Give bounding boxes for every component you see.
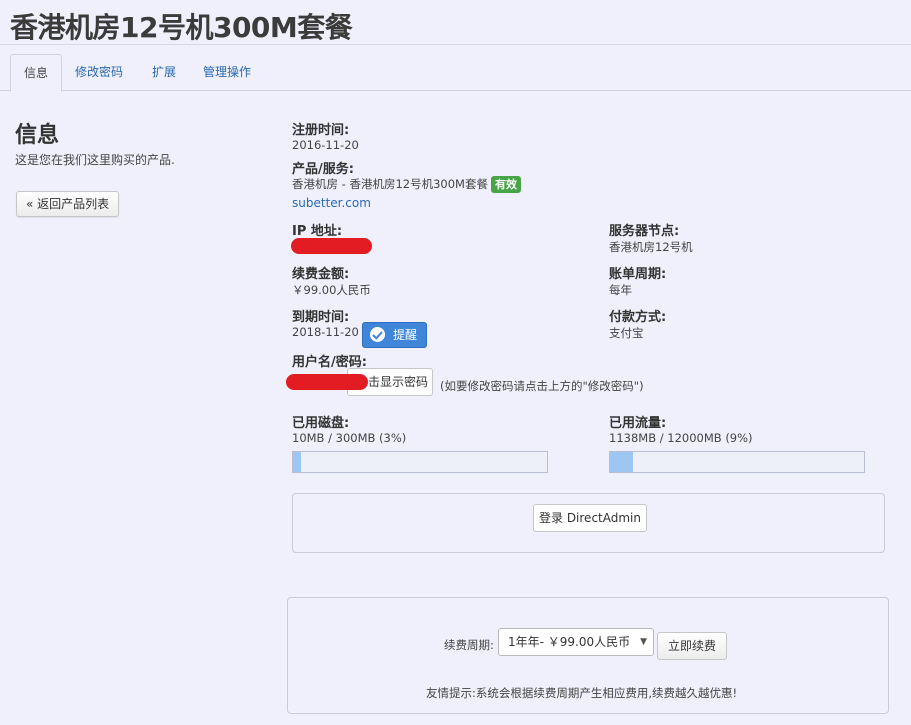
tabs-divider [0, 90, 911, 91]
ip-label: IP 地址: [292, 224, 343, 239]
tab-bar: 信息 修改密码 扩展 管理操作 [10, 54, 911, 92]
tab-management[interactable]: 管理操作 [190, 54, 264, 90]
amount-value: ￥99.00人民币 [292, 283, 371, 297]
status-badge: 有效 [490, 176, 521, 193]
back-to-products-button[interactable]: « 返回产品列表 [16, 191, 120, 217]
due-date-value: 2018-11-20 [292, 325, 359, 339]
remind-button[interactable]: 提醒 [362, 322, 427, 348]
traffic-label: 已用流量: [609, 416, 667, 431]
cycle-value: 每年 [609, 283, 632, 297]
product-value: 香港机房 - 香港机房12号机300M套餐 [292, 177, 488, 191]
username-redaction [286, 374, 368, 390]
login-directadmin-button[interactable]: 登录 DirectAdmin [533, 504, 647, 532]
due-date-label: 到期时间: [292, 310, 350, 325]
check-circle-icon [370, 327, 385, 342]
tab-change-password[interactable]: 修改密码 [62, 54, 136, 90]
node-value: 香港机房12号机 [609, 240, 693, 254]
traffic-usage-fill [610, 452, 633, 472]
disk-usage-fill [293, 452, 301, 472]
section-description: 这是您在我们这里购买的产品. [15, 153, 175, 167]
renew-tip: 友情提示:系统会根据续费周期产生相应费用,续费越久越优惠! [426, 686, 738, 700]
renew-period-select[interactable]: 1年年- ￥99.00人民币 ▼ [498, 628, 654, 656]
chevron-down-icon: ▼ [640, 637, 647, 647]
tab-extensions[interactable]: 扩展 [139, 54, 189, 90]
traffic-usage-bar [609, 451, 865, 473]
remind-label: 提醒 [393, 328, 418, 342]
page-title: 香港机房12号机300M套餐 [10, 11, 353, 44]
product-line: 香港机房 - 香港机房12号机300M套餐 有效 [292, 176, 521, 193]
ip-redaction [291, 238, 372, 254]
reg-date-value: 2016-11-20 [292, 138, 359, 152]
disk-usage-text: 10MB / 300MB (3%) [292, 431, 407, 445]
node-label: 服务器节点: [609, 224, 680, 239]
amount-label: 续费金额: [292, 267, 350, 282]
payment-label: 付款方式: [609, 310, 667, 325]
cycle-label: 账单周期: [609, 267, 667, 282]
domain-link[interactable]: subetter.com [292, 196, 371, 210]
renew-period-label: 续费周期: [444, 638, 494, 652]
tab-info[interactable]: 信息 [10, 54, 63, 92]
section-heading: 信息 [15, 123, 60, 148]
product-label: 产品/服务: [292, 162, 354, 177]
renew-period-value: 1年年- ￥99.00人民币 [508, 635, 631, 649]
password-hint: (如要修改密码请点击上方的"修改密码") [440, 379, 644, 393]
payment-value: 支付宝 [609, 326, 644, 340]
disk-usage-bar [292, 451, 548, 473]
traffic-usage-text: 1138MB / 12000MB (9%) [609, 431, 753, 445]
title-divider [0, 44, 911, 45]
renew-now-button[interactable]: 立即续费 [657, 632, 728, 660]
reg-date-label: 注册时间: [292, 123, 350, 138]
disk-label: 已用磁盘: [292, 416, 350, 431]
